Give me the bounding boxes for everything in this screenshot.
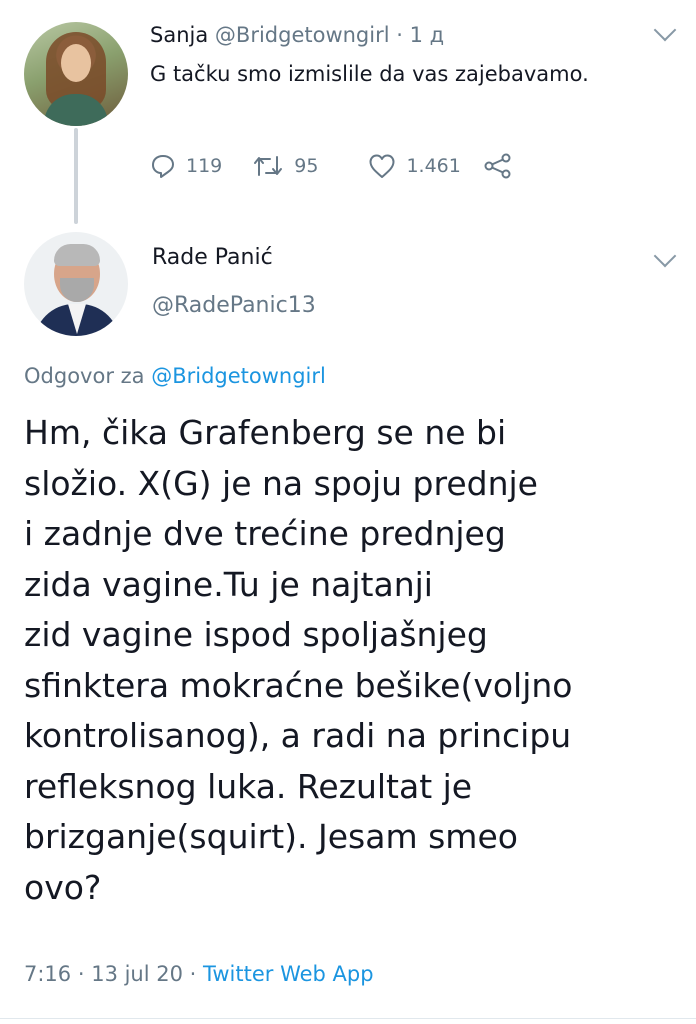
reply-icon [152,155,174,178]
tweet-text-line: refleksnog luka. Rezultat je [24,766,473,806]
chevron-down-icon[interactable] [653,18,677,42]
avatar-sanja[interactable] [24,22,128,126]
tweet-text-line: i zadnje dve trećine prednjeg [24,514,506,553]
share-button[interactable] [483,153,513,179]
like-icon [369,154,395,178]
tweet-text-line: kontrolisanog), a radi na principu [24,716,572,755]
parent-author-handle[interactable]: @Bridgetowngirl [215,23,390,47]
tweet-text-line: složio. X(G) je na spoju prednje [24,463,538,503]
retweet-icon [254,156,283,176]
parent-tweet-header: Sanja @Bridgetowngirl · 1 д [150,22,444,48]
avatar-face [61,44,91,82]
like-count: 1.461 [406,155,461,177]
like-button[interactable]: 1.461 [368,153,461,179]
tweet-meta: 7:16 · 13 jul 20 · Twitter Web App [24,962,374,986]
reply-to-link[interactable]: @Bridgetowngirl [151,364,326,388]
divider [0,1018,696,1019]
thread-connector-line [74,128,78,224]
tweet-date[interactable]: 13 jul 20 [91,962,183,986]
tweet-text-line: zida vagine.Tu je najtanji [24,564,433,604]
share-icon [484,153,511,179]
parent-author-name[interactable]: Sanja [150,23,208,47]
reply-button[interactable]: 119 [150,153,222,179]
tweet-source-link[interactable]: Twitter Web App [203,962,374,986]
main-author-name[interactable]: Rade Panić [152,244,273,272]
main-tweet-text: Hm, čika Grafenberg se ne bi složio. X(G… [24,408,684,913]
main-author-handle[interactable]: @RadePanic13 [152,292,316,320]
chevron-down-icon[interactable] [653,244,677,268]
header-separator: · [389,23,410,47]
reply-count: 119 [186,155,223,177]
parent-tweet-actions: 119 95 1.461 [150,150,513,182]
avatar-hair [54,244,100,266]
parent-tweet-text: G tačku smo izmislile da vas zajebavamo. [150,62,589,86]
reply-prefix: Odgovor za [24,364,152,388]
reply-context: Odgovor za @Bridgetowngirl [24,362,326,390]
tweet-time[interactable]: 7:16 [24,962,71,986]
retweet-count: 95 [294,155,319,177]
retweet-button[interactable]: 95 [252,153,318,179]
tweet-text-line: zid vagine ispod spoljašnjeg [24,615,488,654]
parent-tweet-time[interactable]: 1 д [410,23,445,47]
tweet-text-line: Hm, čika Grafenberg se ne bi [24,413,507,452]
avatar-rade[interactable] [24,232,128,336]
tweet-text-line: ovo? [24,867,102,907]
tweet-text-line: sfinktera mokraćne bešike(voljno [24,665,573,705]
tweet-text-line: brizganje(squirt). Jesam smeo [24,817,518,856]
